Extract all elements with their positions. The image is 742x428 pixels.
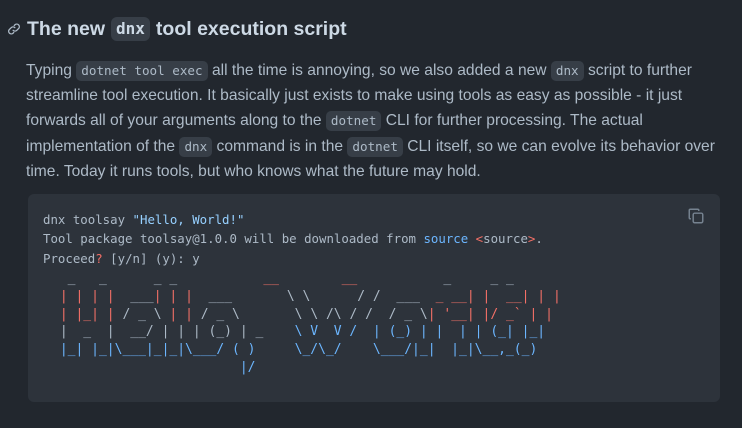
ascii-seg-2-3: | | | xyxy=(153,288,193,304)
inline-code-dotnet: dotnet xyxy=(325,111,382,132)
para-text-2: all the time is annoying, so we also add… xyxy=(207,62,551,79)
code-period: . xyxy=(535,231,543,247)
code-keyword-source: source xyxy=(423,231,469,247)
link-icon[interactable] xyxy=(6,21,22,37)
ascii-line-5: |_| |_|\___|_|_|\___/ ( ) \_/\_/ \___/|_… xyxy=(52,341,561,359)
ascii-seg-1-5: _ _ _ xyxy=(357,271,522,286)
ascii-seg-3-2: / _ \ xyxy=(114,306,162,322)
inline-code-dotnet-tool-exec: dotnet tool exec xyxy=(76,61,208,81)
ascii-seg-5-2: \_/\_/ xyxy=(271,342,342,358)
ascii-seg-4-1: | _ | __/ | | | (_) | _ xyxy=(52,324,287,340)
copy-icon xyxy=(688,208,704,224)
ascii-seg-4-2: \ V V / xyxy=(286,324,358,340)
ascii-seg-2-4: ___ xyxy=(192,288,248,304)
code-string-arg: "Hello, World!" xyxy=(132,212,245,227)
inline-code-dnx: dnx xyxy=(550,61,584,81)
ascii-line-3: | |_| | / _ \ | | / _ \ \ \ /\ / / / _ \… xyxy=(52,306,561,324)
para-text-5: command is in the xyxy=(212,137,348,155)
heading-after-text: tool execution script xyxy=(155,17,347,40)
ascii-seg-3-5: \ \ /\ / / xyxy=(247,306,373,322)
ascii-line-4: | _ | __/ | | | (_) | _ \ V V / | (_) | … xyxy=(52,323,561,341)
copy-button[interactable] xyxy=(687,207,705,225)
ascii-seg-1-4: __ xyxy=(341,271,358,286)
code-text: dnx toolsay "Hello, World!" Tool package… xyxy=(43,210,543,268)
code-options: [y/n] (y): y xyxy=(102,250,200,266)
ascii-seg-1-1: _ _ _ _ xyxy=(52,271,264,286)
ascii-line-1: _ _ _ _ __ __ _ _ _ xyxy=(52,270,561,288)
ascii-seg-3-1: | |_| | xyxy=(52,306,115,322)
description-paragraph: Typing dotnet tool exec all the time is … xyxy=(26,58,726,184)
ascii-seg-2-6: ___ xyxy=(380,288,436,304)
heading-code-dnx: dnx xyxy=(111,17,150,41)
code-command: dnx toolsay xyxy=(43,212,133,227)
ascii-seg-3-7: | '__| |/ _` | | xyxy=(427,306,553,322)
code-lt: < xyxy=(468,231,484,247)
ascii-seg-2-7: _ __| | __| | | xyxy=(435,288,561,304)
code-line-message: Tool package toolsay@1.0.0 will be downl… xyxy=(43,231,543,246)
ascii-seg-2-1: | | | | xyxy=(52,288,131,304)
ascii-line-6: |/ xyxy=(52,359,561,377)
para-text-1: Typing xyxy=(26,62,77,79)
ascii-seg-5-1: |_| |_|\___|_|_|\___/ ( ) xyxy=(52,342,272,358)
ascii-seg-1-3 xyxy=(279,271,342,286)
ascii-seg-2-5: \ \ / / xyxy=(247,288,381,304)
code-line-proceed: Proceed? [y/n] (y): y xyxy=(43,251,200,266)
inline-code-dnx-2: dnx xyxy=(179,136,213,157)
code-source-word: source xyxy=(483,231,528,247)
code-question-mark: ? xyxy=(95,250,103,266)
code-proceed: Proceed xyxy=(43,250,96,266)
ascii-seg-6-1: |/ xyxy=(52,359,256,375)
code-line-command: dnx toolsay "Hello, World!" xyxy=(43,212,244,227)
code-message-text: Tool package toolsay@1.0.0 will be downl… xyxy=(43,231,424,247)
ascii-art-hello-world: _ _ _ _ __ __ _ _ _ | | | | ___| | | ___… xyxy=(52,270,561,377)
heading-title: The new dnx tool execution script xyxy=(27,17,347,41)
ascii-seg-2-2: ___ xyxy=(130,288,154,304)
ascii-seg-1-2: __ xyxy=(263,271,279,286)
ascii-line-2: | | | | ___| | | ___ \ \ / / ___ _ __| |… xyxy=(52,288,561,306)
ascii-seg-3-3: | | xyxy=(161,306,193,322)
heading-before-text: The new xyxy=(27,17,106,40)
ascii-seg-3-4: / _ \ xyxy=(192,306,248,322)
inline-code-dotnet-2: dotnet xyxy=(347,136,403,157)
ascii-seg-5-3: \___/|_| |_|\__,_(_) xyxy=(341,342,538,358)
code-block: dnx toolsay "Hello, World!" Tool package… xyxy=(28,194,720,402)
ascii-seg-3-6: / _ \ xyxy=(372,306,428,322)
section-heading: The new dnx tool execution script xyxy=(6,14,347,44)
ascii-seg-4-3: | (_) | | | | (_| |_| xyxy=(357,324,546,340)
